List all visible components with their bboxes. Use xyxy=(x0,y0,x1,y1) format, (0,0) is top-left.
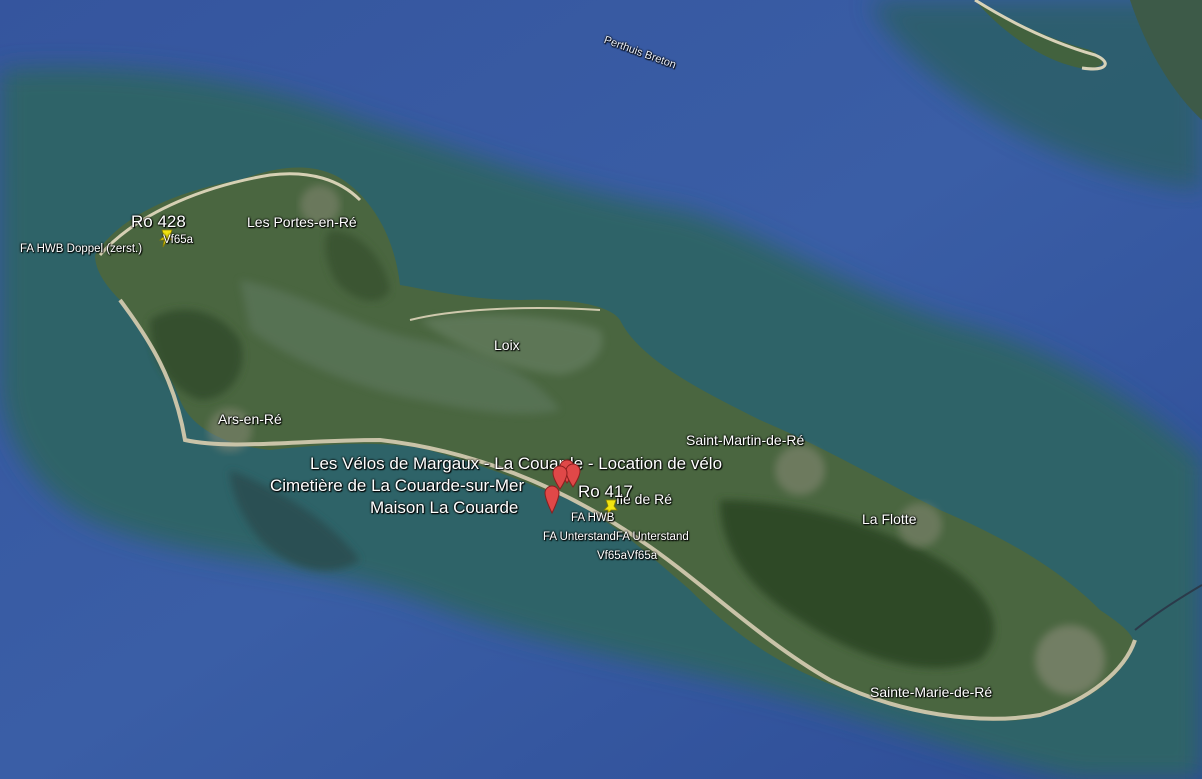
bunker-sublabel-ro417-fa-hwb: FA HWB xyxy=(571,512,615,524)
place-label-loix: Loix xyxy=(494,337,520,353)
place-label-portes-en-re: Les Portes-en-Ré xyxy=(247,214,357,230)
satellite-map[interactable]: Perthuis Breton Les Portes-en-Ré Loix Ar… xyxy=(0,0,1202,779)
bunker-label-ro428[interactable]: Ro 428 xyxy=(131,213,186,230)
place-label-ars-en-re: Ars-en-Ré xyxy=(218,411,282,427)
poi-label-cimetiere[interactable]: Cimetière de La Couarde-sur-Mer xyxy=(270,477,524,494)
place-label-saint-martin-de-re: Saint-Martin-de-Ré xyxy=(686,432,805,448)
place-label-la-flotte: La Flotte xyxy=(862,511,917,527)
bunker-label-ro417[interactable]: Ro 417 xyxy=(578,483,633,500)
bunker-sublabel-ro417-unterstand: FA UnterstandFA Unterstand xyxy=(543,531,689,543)
bunker-sublabel-ro417-vf65a: Vf65aVf65a xyxy=(597,550,658,562)
poi-label-velos-de-margaux[interactable]: Les Vélos de Margaux - La Couarde - Loca… xyxy=(310,455,722,472)
place-label-sainte-marie-de-re: Sainte-Marie-de-Ré xyxy=(870,684,993,700)
satellite-imagery xyxy=(0,0,1202,779)
bunker-sublabel-ro428-vf65a: Vf65a xyxy=(163,234,194,246)
poi-label-maison-la-couarde[interactable]: Maison La Couarde xyxy=(370,499,518,516)
bunker-sublabel-ro428-doppel: FA HWB Doppel (zerst.) xyxy=(20,243,143,255)
